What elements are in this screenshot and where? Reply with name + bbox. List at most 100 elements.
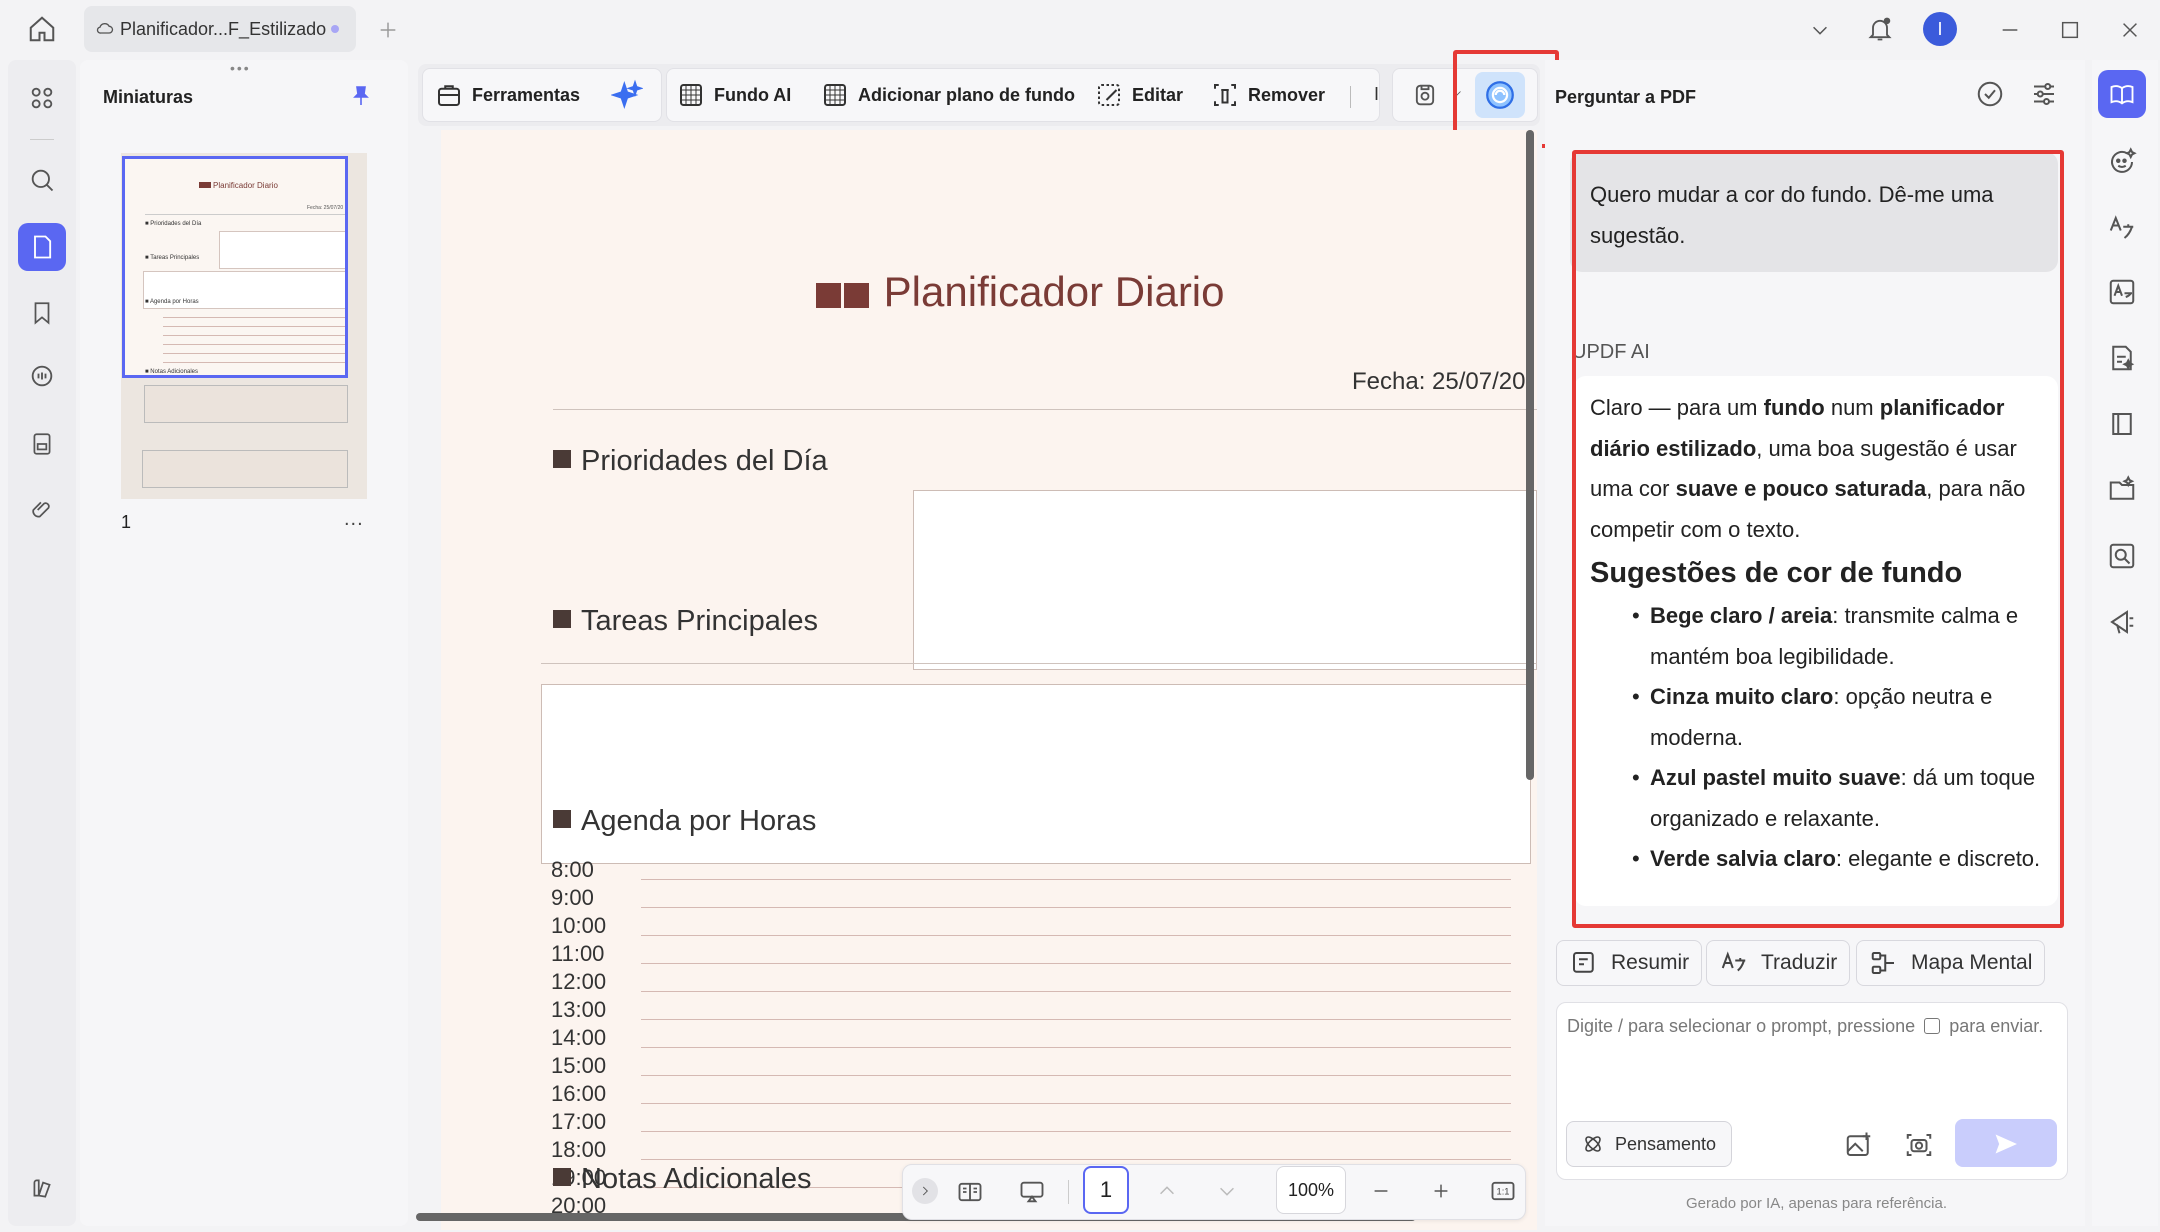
ai-disclaimer: Gerado por IA, apenas para referência. [1686,1195,1947,1212]
settings-sliders-icon[interactable] [2026,76,2062,112]
toolbar-separator [1350,86,1351,108]
screenshot-icon[interactable] [1902,1128,1936,1162]
section-agenda: Agenda por Horas [553,805,816,838]
page-layout-icon[interactable] [952,1174,988,1210]
thinking-toggle[interactable]: Pensamento [1566,1121,1732,1167]
attachment-icon[interactable] [24,492,60,528]
edit-button[interactable]: Editar [1094,80,1183,110]
add-background-button[interactable]: Adicionar plano de fundo [820,80,1075,110]
nav-separator [1068,1180,1069,1204]
bookmark-icon[interactable] [24,295,60,331]
minimize-icon[interactable] [1996,16,2024,44]
hour-label: 10:00 [551,913,607,938]
hour-label: 9:00 [551,885,594,910]
thumb-preview-notes: Notas Adicionales [150,369,198,375]
thumbnail-more-menu[interactable]: ... [344,508,364,531]
ai-book-icon [2106,78,2138,110]
ocr-icon[interactable] [2102,272,2142,312]
pin-icon[interactable] [346,80,376,112]
zoom-level[interactable]: 100% [1276,1166,1346,1214]
summarize-label: Resumir [1611,951,1690,974]
next-page-icon[interactable] [1212,1176,1242,1206]
thumb-preview-agenda: Agenda por Horas [149,299,199,305]
enter-key-icon [1924,1018,1941,1034]
layers-icon[interactable] [24,1170,60,1206]
user-avatar[interactable]: I [1923,12,1957,46]
mind-map-button[interactable]: Mapa Mental [1856,940,2046,986]
highlight-chat [1572,150,2064,928]
tools-label: Ferramentas [472,84,581,105]
add-background-label: Adicionar plano de fundo [858,84,1075,105]
search-icon[interactable] [24,162,60,198]
form-fields-icon[interactable] [24,426,60,462]
home-icon[interactable] [22,12,62,46]
pdf-page: Planificador Diario Fecha: 25/07/20 Prio… [441,130,1537,1230]
hour-line [641,1047,1511,1048]
section-tasks: Tareas Principales [553,605,818,638]
image-upload-icon[interactable] [1842,1128,1876,1162]
hour-label: 8:00 [551,857,594,882]
doc-date: Fecha: 25/07/20 [1352,368,1526,395]
notification-bell-icon[interactable] [1864,12,1896,46]
hour-label: 13:00 [551,997,607,1022]
unsaved-dot [331,25,339,33]
hour-label: 17:00 [551,1109,607,1134]
hour-label: 11:00 [551,941,605,966]
ai-document-icon[interactable] [2102,338,2142,378]
hour-label: 18:00 [551,1137,607,1162]
section-notes: Notas Adicionales [553,1163,812,1196]
hour-label: 12:00 [551,969,607,994]
presentation-icon[interactable] [1012,1174,1052,1210]
notes-label: Notas Adicionales [581,1163,812,1195]
zoom-out-icon[interactable] [1366,1176,1396,1206]
grid-apps-icon[interactable] [24,80,60,116]
hour-label: 14:00 [551,1025,607,1050]
doc-divider [553,409,1537,410]
thumb-preview-tasks: Tareas Principales [150,255,200,261]
remove-button[interactable]: Remover [1210,80,1325,110]
zoom-in-icon[interactable] [1426,1176,1456,1206]
ai-background-button[interactable]: Fundo AI [676,80,791,110]
previous-page-icon[interactable] [1152,1176,1182,1206]
remove-label: Remover [1248,84,1326,105]
save-icon[interactable] [1408,78,1442,112]
actual-size-icon[interactable]: 1:1 [1486,1174,1520,1208]
hour-line [641,991,1511,992]
hour-line [641,879,1511,880]
new-tab-icon[interactable] [374,16,402,44]
thinking-label: Pensamento [1615,1133,1717,1154]
translate-label: Traduzir [1761,951,1838,974]
close-icon[interactable] [2116,16,2144,44]
ai-sparkle-icon[interactable] [610,78,644,112]
tools-button[interactable]: Ferramentas [434,80,580,110]
comment-icon[interactable] [24,358,60,394]
ai-chat-icon[interactable] [2102,142,2142,182]
panel-resize-handle[interactable]: ••• [230,60,251,76]
page-icon [26,231,58,263]
thumbnail-page-number: 1 [121,512,132,532]
truncated-button[interactable]: I [1374,84,1379,105]
maximize-icon[interactable] [2056,16,2084,44]
page-thumbnail-selected[interactable]: Planificador Diario Fecha: 25/07/20 ■ Pr… [122,156,348,378]
ai-background-label: Fundo AI [714,84,792,105]
hour-label: 15:00 [551,1053,607,1078]
thumb-preview-priorities: Prioridades del Día [150,221,202,227]
history-icon[interactable] [1972,76,2008,112]
vertical-scrollbar[interactable] [1526,130,1534,780]
reader-icon[interactable] [2102,404,2142,444]
hour-line [641,1075,1511,1076]
chevron-down-icon[interactable] [1806,16,1834,44]
translate-icon[interactable] [2102,208,2142,248]
presentation-ai-icon[interactable] [2102,602,2142,642]
rail-divider [30,139,54,140]
translate-button[interactable]: Traduzir [1706,940,1851,986]
page-number-input[interactable]: 1 [1083,1166,1129,1214]
summarize-button[interactable]: Resumir [1556,940,1703,986]
section-priorities: Prioridades del Día [553,445,828,478]
prompt-placeholder: Digite / para selecionar o prompt, press… [1567,1016,2044,1036]
search-document-icon[interactable] [2102,536,2142,576]
ai-folder-icon[interactable] [2102,470,2142,510]
collapse-nav-icon[interactable] [912,1178,938,1204]
priorities-box [913,490,1537,670]
tasks-label: Tareas Principales [581,605,818,637]
